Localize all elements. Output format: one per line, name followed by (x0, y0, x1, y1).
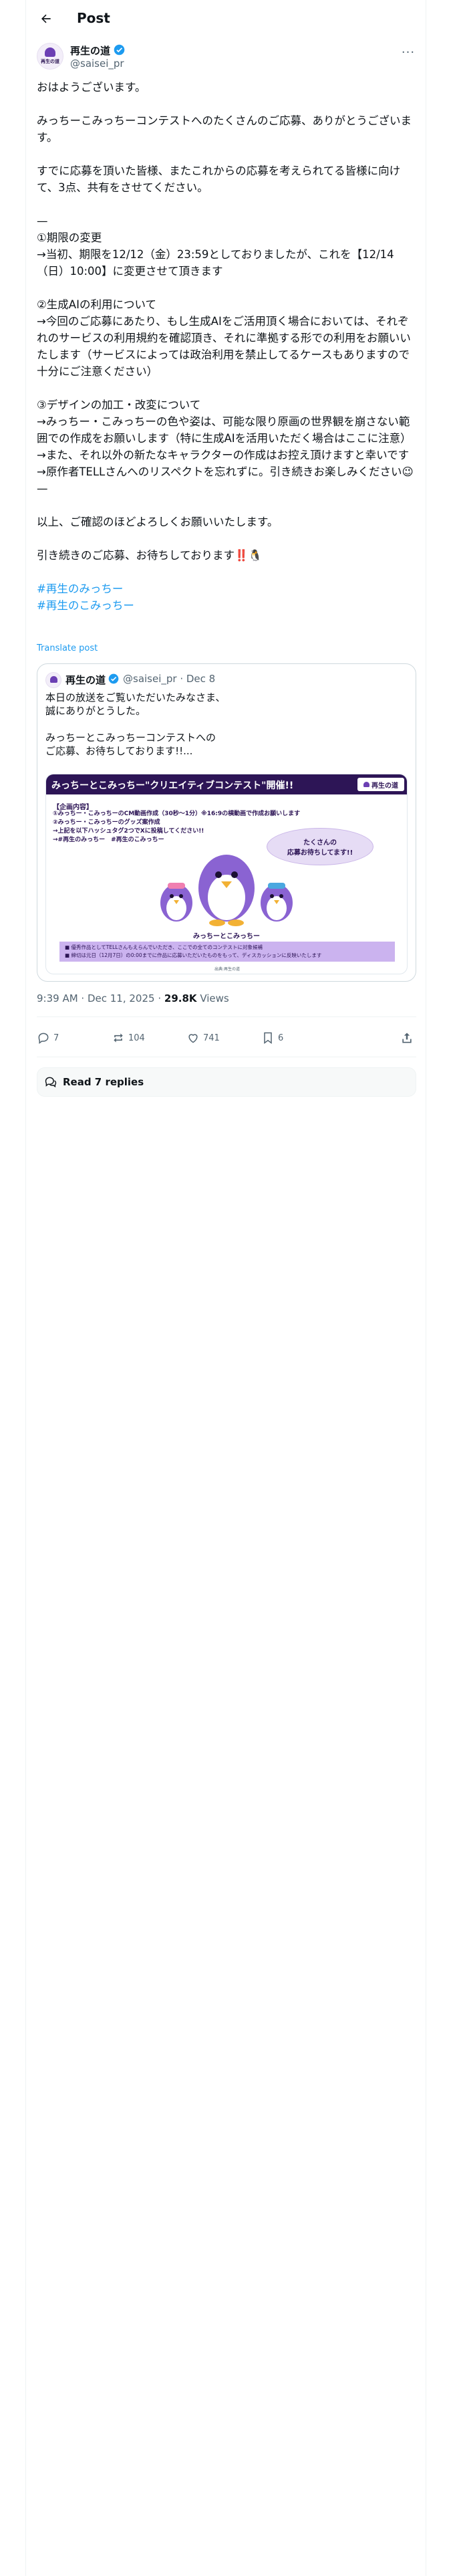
quote-avatar (45, 672, 61, 688)
verified-badge-icon (108, 673, 119, 684)
like-button[interactable]: 741 (186, 1030, 220, 1046)
quote-meta: @saisei_pr · Dec 8 (123, 673, 216, 685)
back-arrow-icon (41, 14, 51, 23)
post-line: みっちーこみっちーコンテストへのたくさんのご応募、ありがとうございます。 (37, 114, 412, 144)
poster-caption: みっちーとこみっちー (193, 933, 260, 940)
read-replies-button[interactable]: Read 7 replies (37, 1067, 416, 1097)
poster-bubble-line: たくさんの (303, 839, 337, 847)
divider (37, 1016, 416, 1017)
hashtag-link[interactable]: #再生のこみっちー (37, 597, 419, 614)
post-line: ①期限の変更 (37, 231, 102, 244)
author-handle[interactable]: @saisei_pr (70, 58, 124, 70)
reply-count: 7 (53, 1033, 59, 1043)
heart-icon (188, 1034, 198, 1043)
reply-icon (38, 1033, 49, 1044)
quote-line (45, 718, 406, 731)
post-line: ②生成AIの利用について (37, 298, 156, 311)
post-line: →また、それ以外の新たなキャラクターの作成はお控え頂けますと幸いです (37, 449, 410, 461)
views-count: 29.8K (164, 992, 197, 1004)
contest-poster-image[interactable]: みっちーとこみっちー"クリエイティブコンテスト"開催!! 再生の道 【企画内容】… (45, 774, 408, 974)
poster-speech-bubble: たくさんの 応募お待ちしてます!! (267, 828, 373, 865)
poster-brand-label: 再生の道 (371, 782, 398, 790)
post-line: — (37, 482, 48, 495)
post-line (37, 146, 419, 163)
poster-item: ①みっちー・こみっちーのCM動画作成（30秒〜1分）※16:9の横動画で作成お願… (53, 811, 301, 817)
quote-line: みっちーとこみっちーコンテストへの (45, 732, 216, 744)
quote-text: 本日の放送をご覧いただいたみなさま、 誠にありがとうした。 みっちーとこみっちー… (45, 691, 406, 758)
post-line (37, 530, 419, 547)
logo-icon (45, 47, 55, 57)
post-line: →当初、期限を12/12（金）23:59としておりましたが、これを【12/14（… (37, 248, 394, 278)
post-line (37, 497, 419, 514)
poster-footnote: 出典:再生の道 (214, 967, 241, 972)
post-line: ③デザインの加工・改変について (37, 399, 201, 411)
post-line (37, 280, 419, 296)
post-line (37, 380, 419, 397)
repost-button[interactable]: 104 (112, 1030, 145, 1046)
poster-banner: みっちーとこみっちー"クリエイティブコンテスト"開催!! 再生の道 (46, 774, 407, 794)
read-replies-label: Read 7 replies (63, 1076, 144, 1088)
post-line: →今回のご応募にあたり、もし生成AIをご活用頂く場合においては、それぞれのサービ… (37, 315, 411, 378)
logo-icon (363, 782, 369, 787)
post-line: おはようございます。 (37, 81, 146, 94)
quote-line: 本日の放送をご覧いただいたみなさま、 (45, 691, 226, 704)
views-label: Views (200, 992, 229, 1004)
post-author: 再生の道 再生の道 @saisei_pr ··· (37, 43, 416, 75)
poster-note: ■ 締切は元日（12月7日）の0:00までに作品に応募いただいたものをもって、デ… (65, 952, 322, 958)
action-bar: 7 104 741 6 (37, 1025, 416, 1051)
poster-note: ■ 優秀作品としてTELLさんもえらんでいただき、ここでの全てのコンテストに対象… (65, 944, 263, 950)
more-options-icon[interactable]: ··· (400, 45, 416, 60)
quote-line: ご応募、お待ちしております!!... (45, 745, 193, 757)
post-line: →原作者TELLさんへのリスペクトを忘れずに。引き続きお楽しみください😉 (37, 465, 414, 478)
post-meta: 9:39 AM · Dec 11, 2025 · 29.8K Views (37, 992, 229, 1004)
post-line: — (37, 215, 48, 227)
quote-author-name: 再生の道 (65, 674, 106, 686)
translate-post-link[interactable]: Translate post (37, 643, 98, 653)
post-line (37, 196, 419, 213)
bookmark-button[interactable]: 6 (261, 1030, 283, 1046)
author-name[interactable]: 再生の道 (70, 43, 110, 58)
poster-brand: 再生の道 (357, 778, 404, 791)
like-count: 741 (203, 1033, 220, 1043)
avatar-text: 再生の道 (41, 59, 59, 64)
meta-separator: · (158, 992, 164, 1004)
poster-bubble-line: 応募お待ちしてます!! (287, 849, 353, 857)
poster-items: ①みっちー・こみっちーのCM動画作成（30秒〜1分）※16:9の横動画で作成お願… (53, 810, 301, 845)
post-text: おはようございます。 みっちーこみっちーコンテストへのたくさんのご応募、ありがと… (37, 79, 419, 614)
share-icon (402, 1033, 412, 1043)
repost-count: 104 (128, 1033, 145, 1043)
quote-line: 誠にありがとうした。 (45, 705, 146, 717)
bookmark-icon (264, 1032, 272, 1044)
quoted-post[interactable]: 再生の道 @saisei_pr · Dec 8 本日の放送をご覧いただいたみなさ… (37, 663, 416, 982)
post-line (37, 96, 419, 112)
post-line: 以上、ご確認のほどよろしくお願いいたします。 (37, 516, 279, 528)
verified-badge-icon (114, 44, 125, 56)
repost-icon (114, 1033, 123, 1043)
post-column: Post 再生の道 再生の道 @saisei_pr ··· おはようございます。… (25, 0, 426, 2576)
top-bar: Post (26, 0, 427, 37)
poster-item: ②みっちー・こみっちーのグッズ案作成 (53, 819, 160, 826)
share-button[interactable] (400, 1030, 414, 1046)
reply-button[interactable]: 7 (37, 1030, 59, 1046)
chat-bubbles-icon (45, 1077, 57, 1088)
hashtag-link[interactable]: #再生のみっちー (37, 580, 419, 597)
post-line (37, 564, 419, 580)
bookmark-count: 6 (278, 1033, 284, 1043)
poster-notes: ■ 優秀作品としてTELLさんもえらんでいただき、ここでの全てのコンテストに対象… (59, 942, 395, 962)
post-line: すでに応募を頂いた皆様、またこれからの応募を考えられてる皆様に向けて、3点、共有… (37, 165, 401, 194)
back-button[interactable] (37, 9, 55, 28)
post-line: →みっちー・こみっちーの色や姿は、可能な限り原画の世界観を崩さない範囲での作成を… (37, 415, 412, 445)
poster-banner-title: みっちーとこみっちー"クリエイティブコンテスト"開催!! (51, 780, 294, 791)
post-timestamp[interactable]: 9:39 AM · Dec 11, 2025 (37, 992, 155, 1004)
post-line: 引き続きのご応募、お待ちしております‼️🐧 (37, 549, 263, 562)
avatar[interactable]: 再生の道 (37, 43, 63, 70)
poster-item: →上記を以下ハッシュタグ2つでXに投稿してください!! (53, 828, 204, 835)
page-title: Post (77, 10, 110, 26)
logo-icon (50, 676, 57, 683)
